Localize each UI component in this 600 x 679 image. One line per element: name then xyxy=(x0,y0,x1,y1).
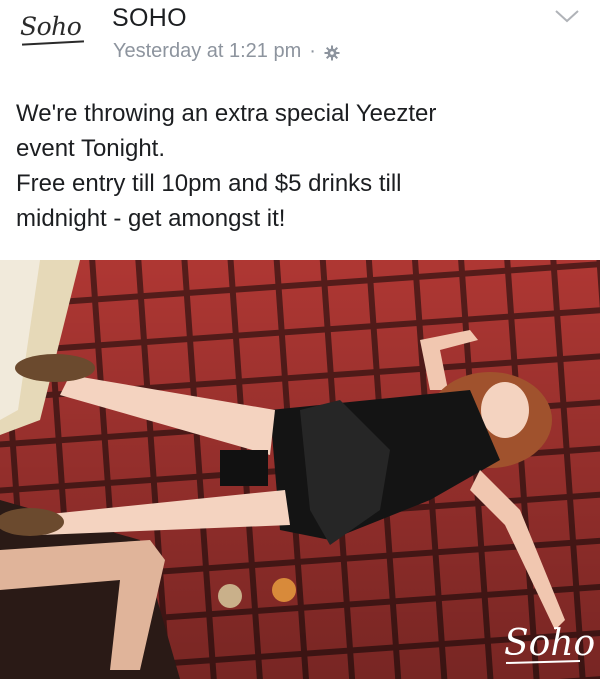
watermark-text: Soho xyxy=(504,623,595,664)
meta-separator: · xyxy=(309,40,316,62)
post-timestamp[interactable]: Yesterday at 1:21 pm xyxy=(113,40,301,63)
gear-icon xyxy=(324,44,340,60)
post-meta: Yesterday at 1:21 pm · xyxy=(113,40,340,63)
post-text-line: Free entry till 10pm and $5 drinks till xyxy=(16,170,402,197)
post-text-line: event Tonight. xyxy=(16,135,166,162)
logo-underline xyxy=(21,40,85,46)
post-header: Soho SOHO Yesterday at 1:21 pm · xyxy=(0,0,600,80)
post-message: We're throwing an extra special Yeezter … xyxy=(16,96,586,236)
page-logo[interactable]: Soho xyxy=(18,10,96,50)
photo-watermark: Soho xyxy=(500,617,596,673)
post-text-line: midnight - get amongst it! xyxy=(16,205,286,232)
post-photo[interactable]: Soho xyxy=(0,260,600,679)
post-text-line: We're throwing an extra special Yeezter xyxy=(16,100,437,127)
chevron-down-icon[interactable] xyxy=(552,6,582,26)
logo-text: Soho xyxy=(20,12,82,41)
page-name[interactable]: SOHO xyxy=(112,4,187,33)
